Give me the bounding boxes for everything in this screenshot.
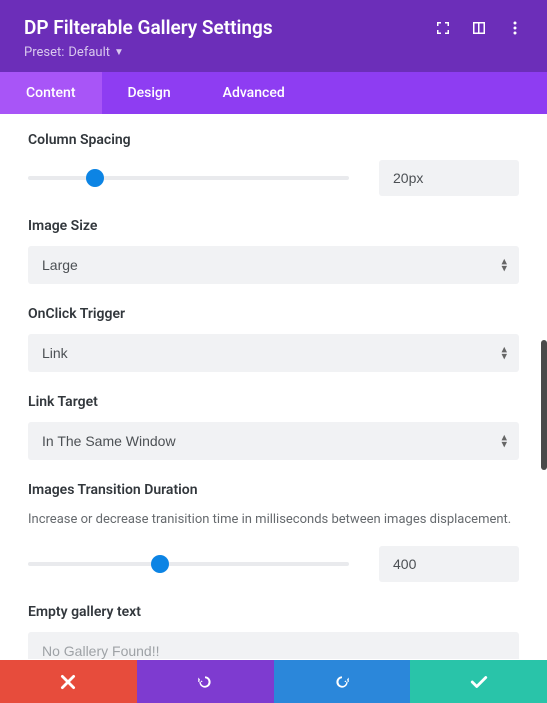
tabs: Content Design Advanced [0,72,547,114]
link-target-label: Link Target [28,394,519,410]
slider-thumb[interactable] [151,555,169,573]
transition-duration-description: Increase or decrease tranisition time in… [28,510,519,530]
panel-icon[interactable] [471,20,487,36]
preset-dropdown[interactable]: Preset: Default ▼ [24,45,523,60]
redo-button[interactable] [274,660,411,703]
expand-icon[interactable] [435,20,451,36]
scrollbar[interactable] [541,340,547,470]
slider-thumb[interactable] [86,169,104,187]
column-spacing-slider[interactable] [28,176,349,180]
field-onclick-trigger: OnClick Trigger Link ▴▾ [28,306,519,372]
field-transition-duration: Images Transition Duration Increase or d… [28,482,519,582]
tab-design[interactable]: Design [102,72,197,114]
empty-gallery-label: Empty gallery text [28,604,519,620]
chevron-down-icon: ▼ [114,47,124,58]
column-spacing-label: Column Spacing [28,132,519,148]
preset-label: Preset: [24,45,64,60]
field-column-spacing: Column Spacing [28,132,519,196]
field-empty-gallery: Empty gallery text [28,604,519,660]
settings-header: DP Filterable Gallery Settings Preset: D… [0,0,547,72]
close-icon [59,673,77,691]
redo-icon [333,673,351,691]
tab-content[interactable]: Content [0,72,102,114]
cancel-button[interactable] [0,660,137,703]
field-image-size: Image Size Large ▴▾ [28,218,519,284]
onclick-trigger-select[interactable]: Link [28,334,519,372]
column-spacing-input[interactable] [379,160,519,196]
check-icon [470,673,488,691]
image-size-label: Image Size [28,218,519,234]
transition-duration-slider[interactable] [28,562,349,566]
link-target-select[interactable]: In The Same Window [28,422,519,460]
undo-button[interactable] [137,660,274,703]
transition-duration-label: Images Transition Duration [28,482,519,498]
empty-gallery-input[interactable] [28,632,519,660]
save-button[interactable] [410,660,547,703]
image-size-select[interactable]: Large [28,246,519,284]
preset-value: Default [68,45,110,60]
kebab-menu-icon[interactable] [507,20,523,36]
footer-actions [0,660,547,703]
field-link-target: Link Target In The Same Window ▴▾ [28,394,519,460]
settings-content: Column Spacing Image Size Large ▴▾ OnCli… [0,114,547,659]
undo-icon [196,673,214,691]
transition-duration-input[interactable] [379,546,519,582]
settings-title: DP Filterable Gallery Settings [24,16,273,39]
onclick-trigger-label: OnClick Trigger [28,306,519,322]
tab-advanced[interactable]: Advanced [197,72,311,114]
